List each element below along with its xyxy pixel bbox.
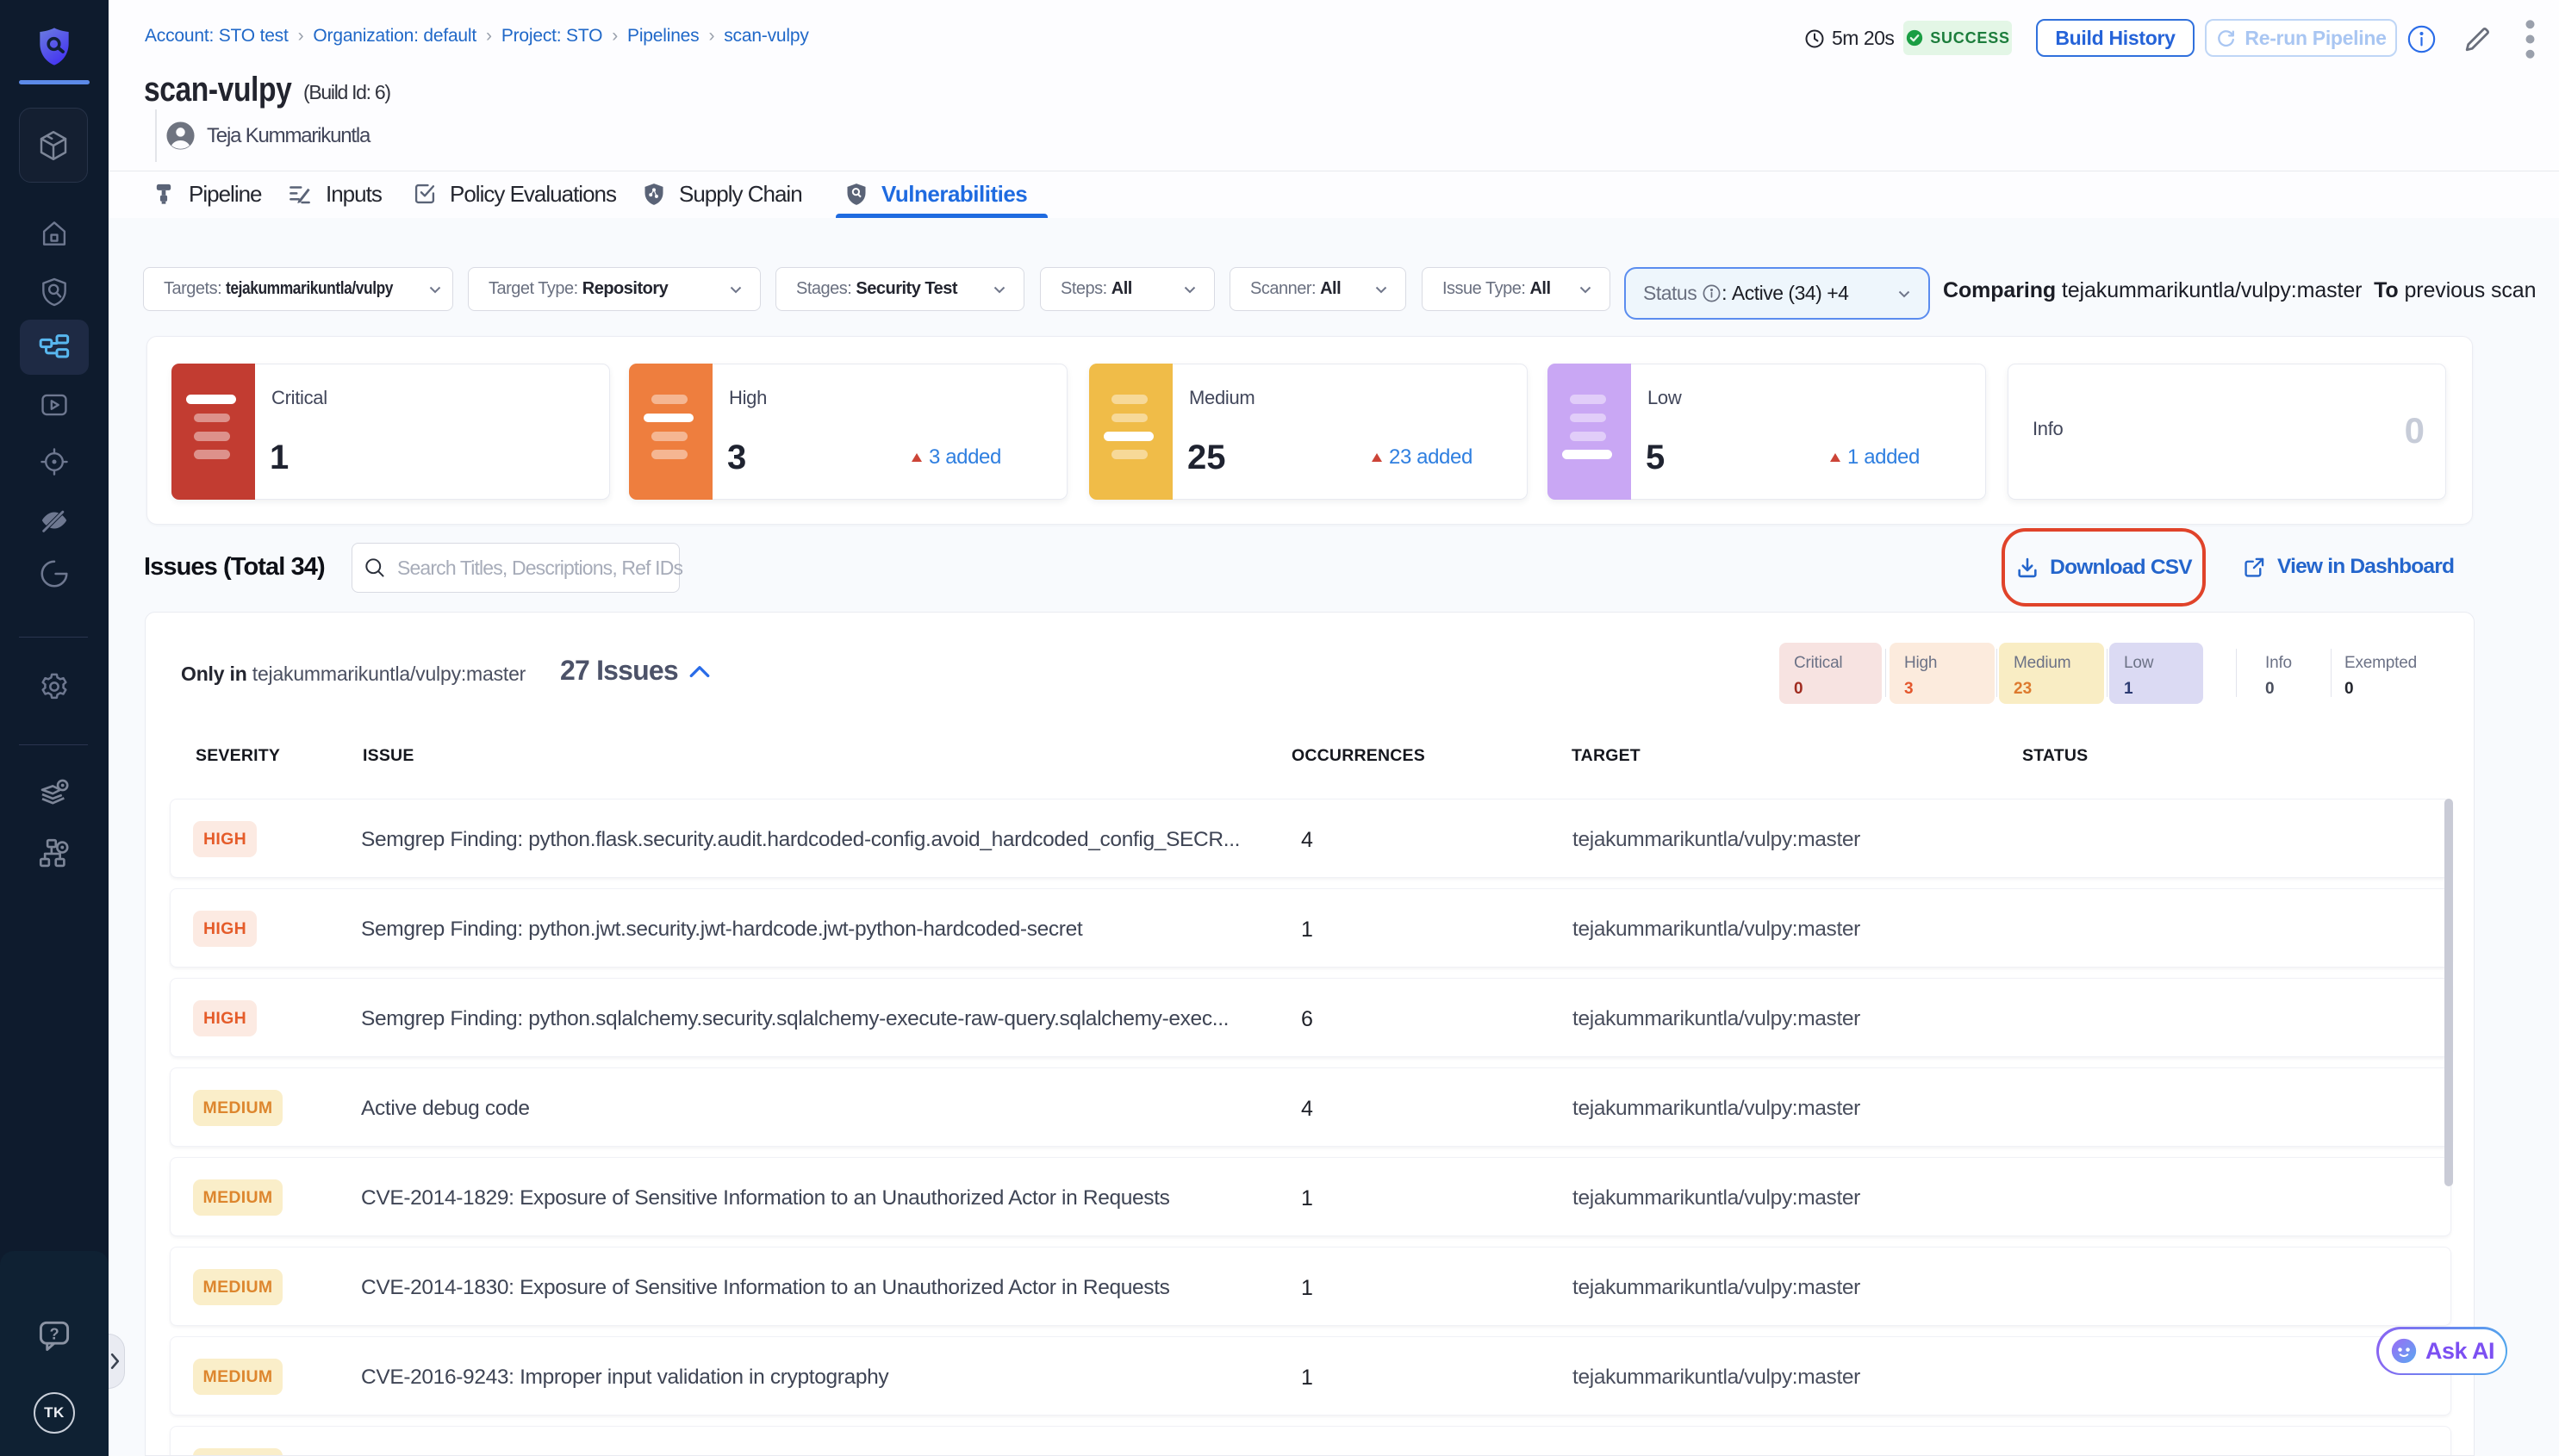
svg-text:?: ? xyxy=(50,1325,59,1343)
